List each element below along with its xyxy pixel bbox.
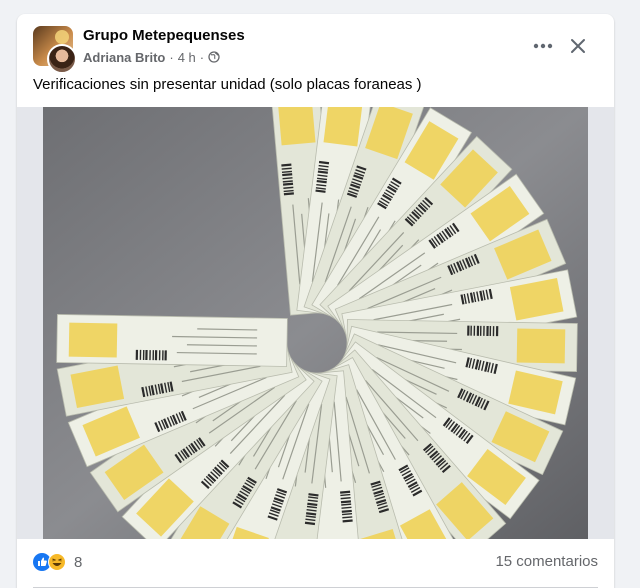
author-avatar[interactable] (47, 44, 77, 74)
reactions-summary[interactable]: 8 (33, 552, 82, 572)
ticket (56, 314, 288, 367)
post-text: Verificaciones sin presentar unidad (sol… (33, 76, 422, 93)
comments-count-link[interactable]: 15 comentarios (495, 553, 598, 570)
photo-artwork (17, 107, 614, 539)
more-options-icon (533, 43, 553, 49)
author-name-link[interactable]: Adriana Brito (83, 50, 165, 65)
globe-icon (208, 51, 220, 63)
close-icon (571, 39, 585, 53)
meta-separator-2: · (199, 49, 205, 65)
haha-icon (48, 553, 66, 571)
post-card: Grupo Metepequenses Adriana Brito · 4 h … (17, 14, 614, 588)
meta-separator: · (169, 49, 174, 65)
group-avatar-detail (55, 30, 69, 44)
post-footer: 8 15 comentarios (17, 539, 614, 588)
post-header: Grupo Metepequenses Adriana Brito · 4 h … (17, 14, 614, 76)
group-name-link[interactable]: Grupo Metepequenses (83, 27, 245, 44)
post-photo[interactable] (17, 107, 614, 539)
post-meta: Adriana Brito · 4 h · (83, 49, 220, 65)
post-timestamp[interactable]: 4 h (178, 50, 196, 65)
reaction-count: 8 (74, 553, 83, 571)
close-button[interactable] (564, 32, 592, 60)
more-options-button[interactable] (529, 32, 557, 60)
